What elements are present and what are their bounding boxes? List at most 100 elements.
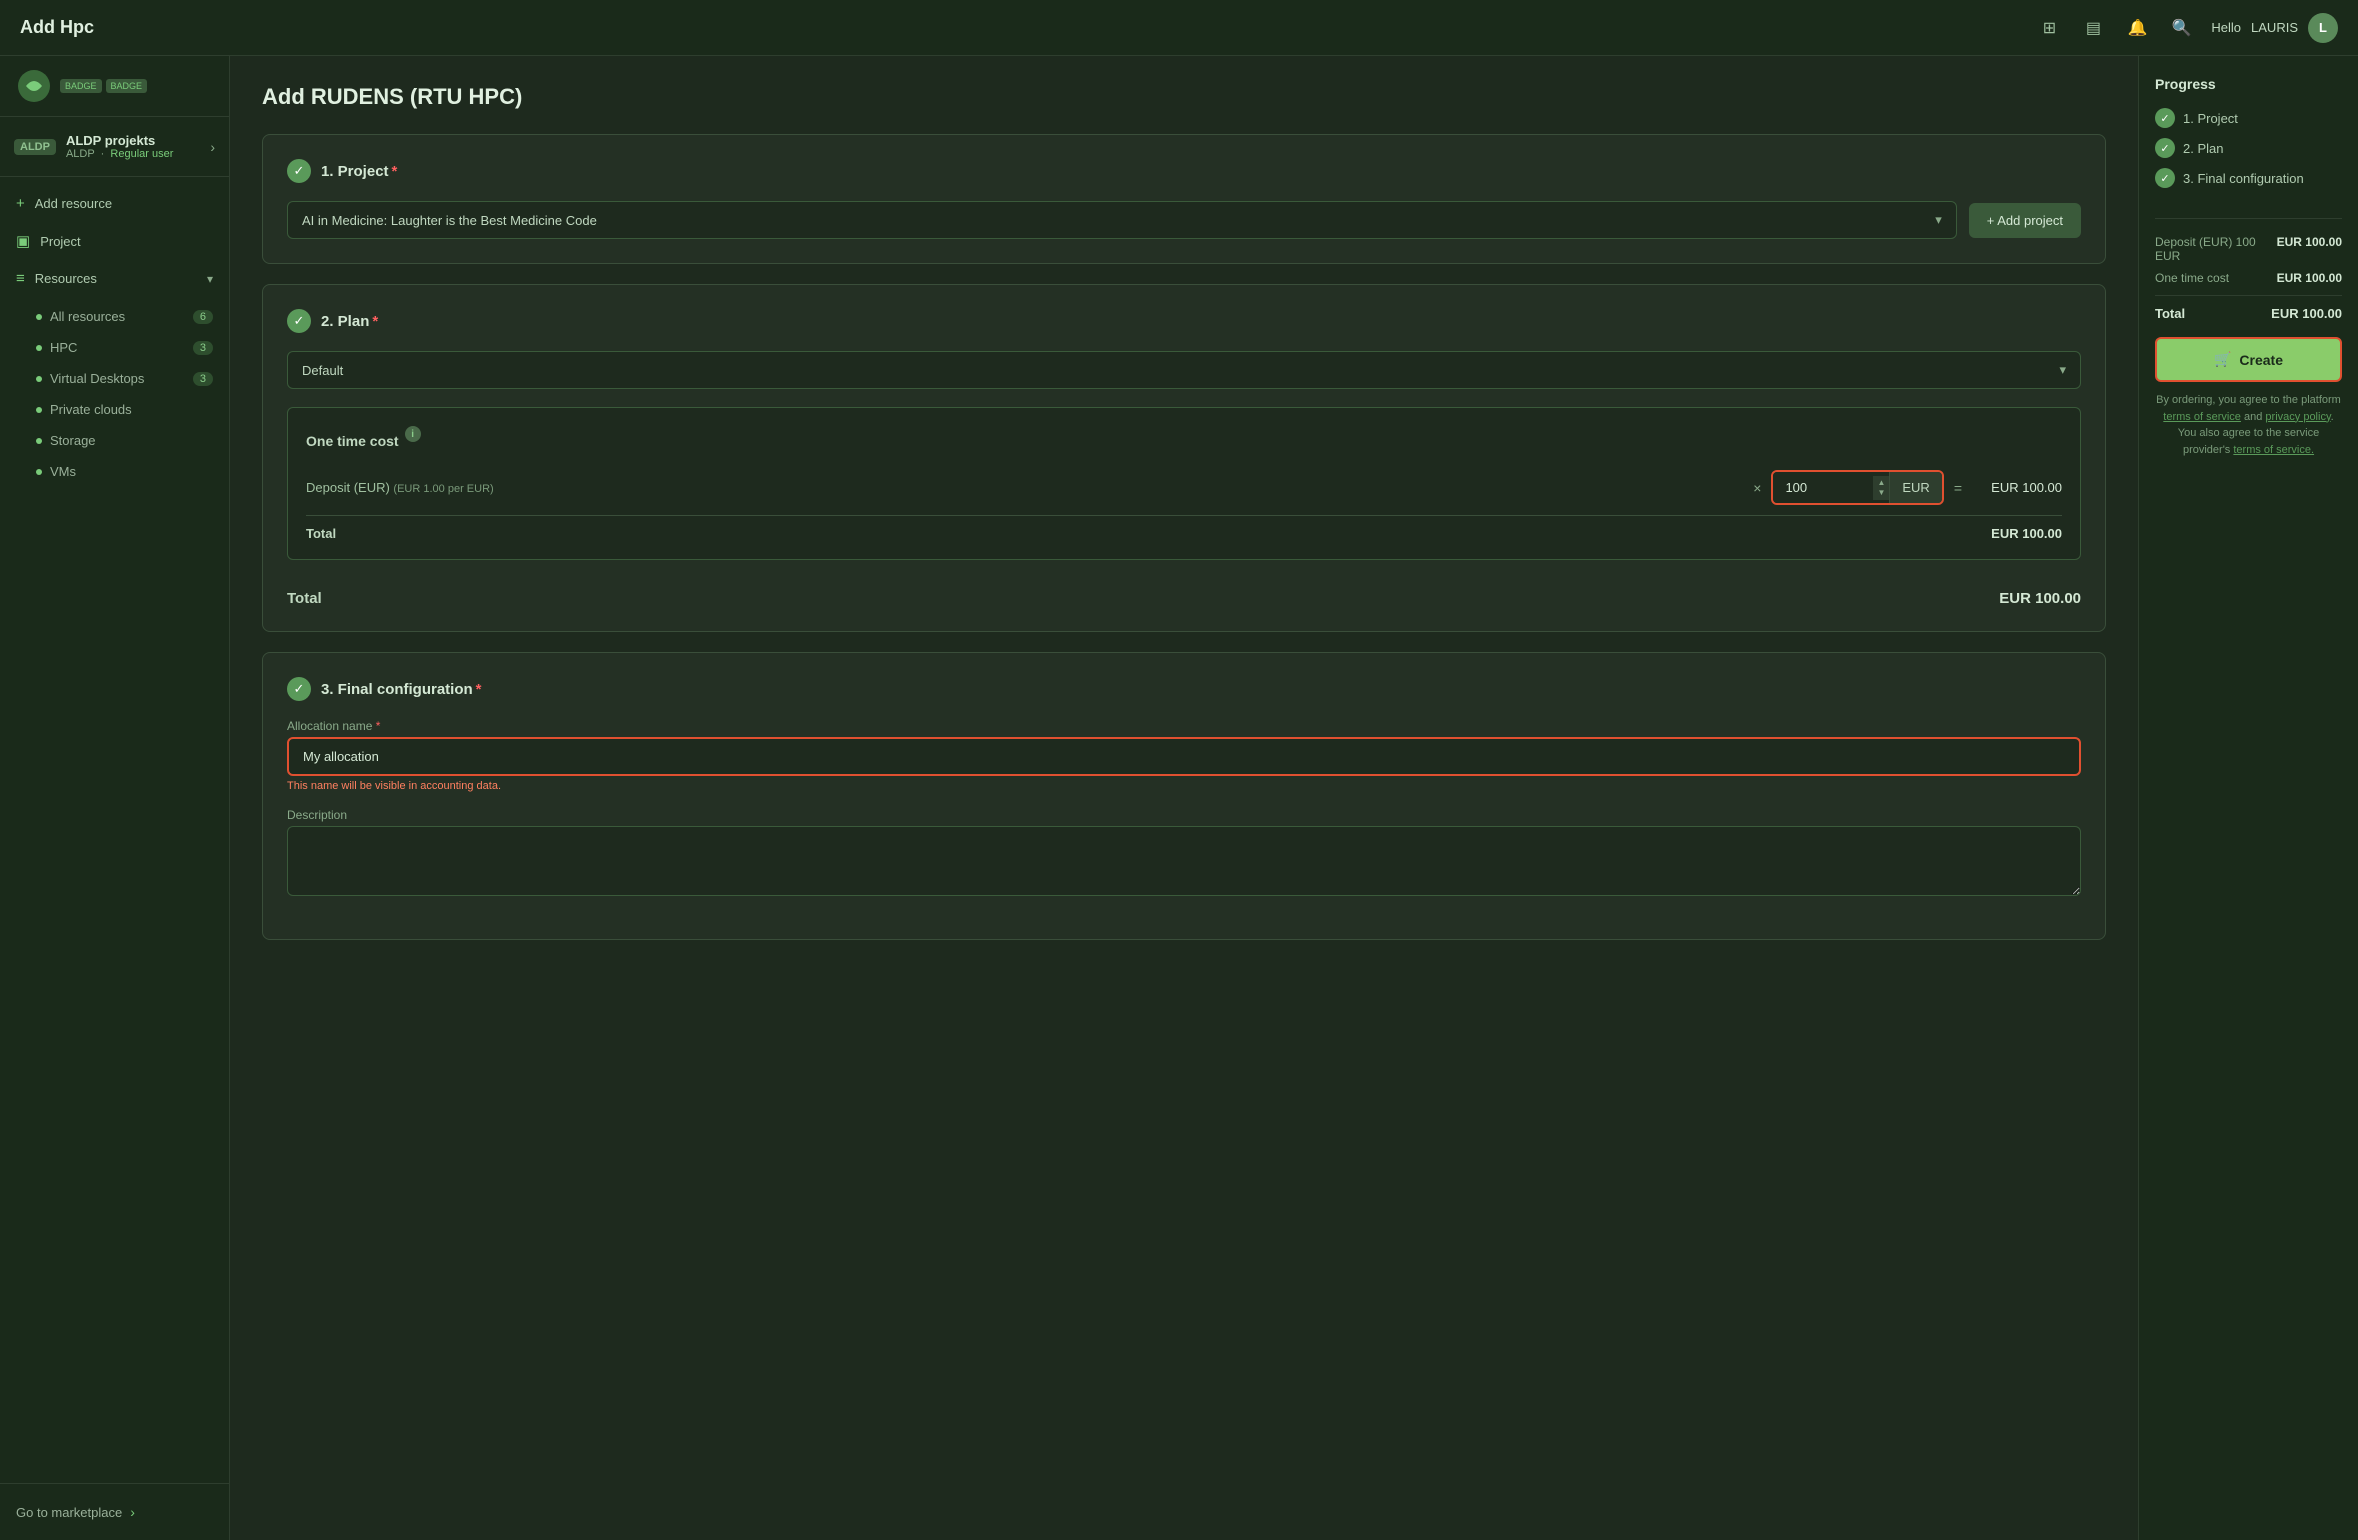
section-check-project: ✓: [287, 159, 311, 183]
section-project-header: ✓ 1. Project*: [287, 159, 2081, 183]
section-project-title: 1. Project*: [321, 163, 397, 180]
quantity-spinner[interactable]: ▲ ▼: [1873, 476, 1889, 500]
progress-title: Progress: [2155, 76, 2342, 92]
dot-icon: [36, 469, 42, 475]
topbar-title: Add Hpc: [20, 17, 2035, 38]
section-total-row: Total EUR 100.00: [287, 576, 2081, 607]
terms-of-service-link[interactable]: terms of service: [2163, 411, 2241, 423]
deposit-label: Deposit (EUR) (EUR 1.00 per EUR): [306, 480, 1743, 495]
sub-label: Virtual Desktops: [50, 371, 185, 386]
account-sub-text: ALDP: [66, 148, 95, 160]
sub-label: Storage: [50, 433, 213, 448]
progress-step-2: ✓ 2. Plan: [2155, 138, 2342, 158]
agree-text-1: By ordering, you agree to the platform: [2156, 394, 2341, 406]
summary-onetime-row: One time cost EUR 100.00: [2155, 271, 2342, 285]
create-button[interactable]: 🛒 Create: [2155, 337, 2342, 382]
sub-label: VMs: [50, 464, 213, 479]
progress-label-1: 1. Project: [2183, 111, 2238, 126]
description-group: Description: [287, 808, 2081, 899]
plan-select-value: Default: [302, 363, 343, 378]
account-role: Regular user: [110, 148, 173, 160]
sidebar-footer: Go to marketplace ›: [0, 1483, 229, 1540]
summary-section: Deposit (EUR) 100 EUR EUR 100.00 One tim…: [2155, 218, 2342, 321]
deposit-input-wrapper: ▲ ▼ EUR: [1771, 470, 1943, 505]
sidebar-resources-header[interactable]: ≡ Resources ▾: [0, 260, 229, 297]
allocation-hint: This name will be visible in accounting …: [287, 780, 2081, 792]
description-label: Description: [287, 808, 2081, 822]
deposit-input[interactable]: [1773, 472, 1873, 503]
bell-icon[interactable]: 🔔: [2123, 14, 2151, 42]
project-select-row: AI in Medicine: Laughter is the Best Med…: [287, 201, 2081, 239]
summary-deposit-row: Deposit (EUR) 100 EUR EUR 100.00: [2155, 235, 2342, 263]
deposit-cost-row: Deposit (EUR) (EUR 1.00 per EUR) × ▲ ▼ E…: [306, 470, 2062, 505]
sidebar-sub-storage[interactable]: Storage: [0, 425, 229, 456]
description-input[interactable]: [287, 826, 2081, 896]
avatar[interactable]: L: [2308, 13, 2338, 43]
search-icon[interactable]: 🔍: [2167, 14, 2195, 42]
message-icon[interactable]: ▤: [2079, 14, 2107, 42]
summary-deposit-val: EUR 100.00: [2277, 235, 2342, 249]
dot-icon: [36, 407, 42, 413]
sub-label: Private clouds: [50, 402, 213, 417]
create-label: Create: [2239, 352, 2283, 368]
sidebar-item-label: Add resource: [35, 196, 213, 211]
section-total-value: EUR 100.00: [1999, 590, 2081, 607]
logo-badges: BADGE BADGE: [60, 79, 147, 93]
allocation-name-input[interactable]: [287, 737, 2081, 776]
sidebar-sub-vms[interactable]: VMs: [0, 456, 229, 487]
sidebar-item-project[interactable]: ▣ Project: [0, 222, 229, 260]
section-plan: ✓ 2. Plan* Default ▾ One time cost i Dep…: [262, 284, 2106, 632]
spinner-up-icon[interactable]: ▲: [1877, 478, 1885, 488]
cost-total-label: Total: [306, 526, 336, 541]
project-select[interactable]: AI in Medicine: Laughter is the Best Med…: [287, 201, 1957, 239]
sub-label: All resources: [50, 309, 185, 324]
privacy-policy-link[interactable]: privacy policy: [2265, 411, 2330, 423]
dot-icon: [36, 345, 42, 351]
sidebar-sub-virtual-desktops[interactable]: Virtual Desktops 3: [0, 363, 229, 394]
add-project-button[interactable]: + Add project: [1969, 203, 2081, 238]
section-project: ✓ 1. Project* AI in Medicine: Laughter i…: [262, 134, 2106, 264]
add-icon: +: [16, 195, 25, 212]
section-total-label: Total: [287, 590, 322, 607]
cost-total-row: Total EUR 100.00: [306, 515, 2062, 541]
go-to-marketplace-button[interactable]: Go to marketplace ›: [16, 1498, 213, 1526]
user-greeting: Hello: [2211, 20, 2241, 35]
resources-label: Resources: [35, 271, 197, 286]
sidebar-nav: + Add resource ▣ Project ≡ Resources ▾ A…: [0, 177, 229, 1483]
dot-icon: [36, 314, 42, 320]
cost-box-title: One time cost i: [306, 426, 2062, 456]
sidebar-sub-all-resources[interactable]: All resources 6: [0, 301, 229, 332]
summary-total-val: EUR 100.00: [2271, 306, 2342, 321]
sidebar-resources-section: All resources 6 HPC 3 Virtual Desktops 3…: [0, 297, 229, 491]
cost-total-value: EUR 100.00: [1991, 526, 2062, 541]
allocation-label: Allocation name *: [287, 719, 2081, 733]
section-final-title: 3. Final configuration*: [321, 681, 482, 698]
marketplace-label: Go to marketplace: [16, 1505, 122, 1520]
info-icon[interactable]: i: [405, 426, 421, 442]
grid-icon[interactable]: ⊞: [2035, 14, 2063, 42]
sidebar-sub-private-clouds[interactable]: Private clouds: [0, 394, 229, 425]
cart-icon: 🛒: [2214, 351, 2231, 368]
section-check-final: ✓: [287, 677, 311, 701]
account-sub: ALDP · Regular user: [66, 148, 200, 160]
sidebar-sub-hpc[interactable]: HPC 3: [0, 332, 229, 363]
progress-check-2: ✓: [2155, 138, 2175, 158]
resources-chevron-icon: ▾: [207, 272, 213, 286]
arrow-right-icon: ›: [130, 1504, 135, 1520]
plan-select[interactable]: Default ▾: [287, 351, 2081, 389]
main-content: Add RUDENS (RTU HPC) ✓ 1. Project* AI in…: [230, 56, 2138, 1540]
dot-icon: [36, 438, 42, 444]
chevron-down-icon: ▾: [2059, 362, 2066, 378]
logo-badge-1: BADGE: [60, 79, 102, 93]
deposit-result: EUR 100.00: [1972, 480, 2062, 495]
user-name: LAURIS: [2251, 20, 2298, 35]
summary-onetime-val: EUR 100.00: [2277, 271, 2342, 285]
sub-label: HPC: [50, 340, 185, 355]
topbar-actions: ⊞ ▤ 🔔 🔍 Hello LAURIS L: [2035, 13, 2338, 43]
sidebar-item-add-resource[interactable]: + Add resource: [0, 185, 229, 222]
spinner-down-icon[interactable]: ▼: [1877, 488, 1885, 498]
section-plan-title: 2. Plan*: [321, 313, 378, 330]
provider-terms-link[interactable]: terms of service.: [2233, 444, 2314, 456]
sidebar-account[interactable]: ALDP ALDP projekts ALDP · Regular user ›: [0, 117, 229, 177]
progress-step-3: ✓ 3. Final configuration: [2155, 168, 2342, 188]
